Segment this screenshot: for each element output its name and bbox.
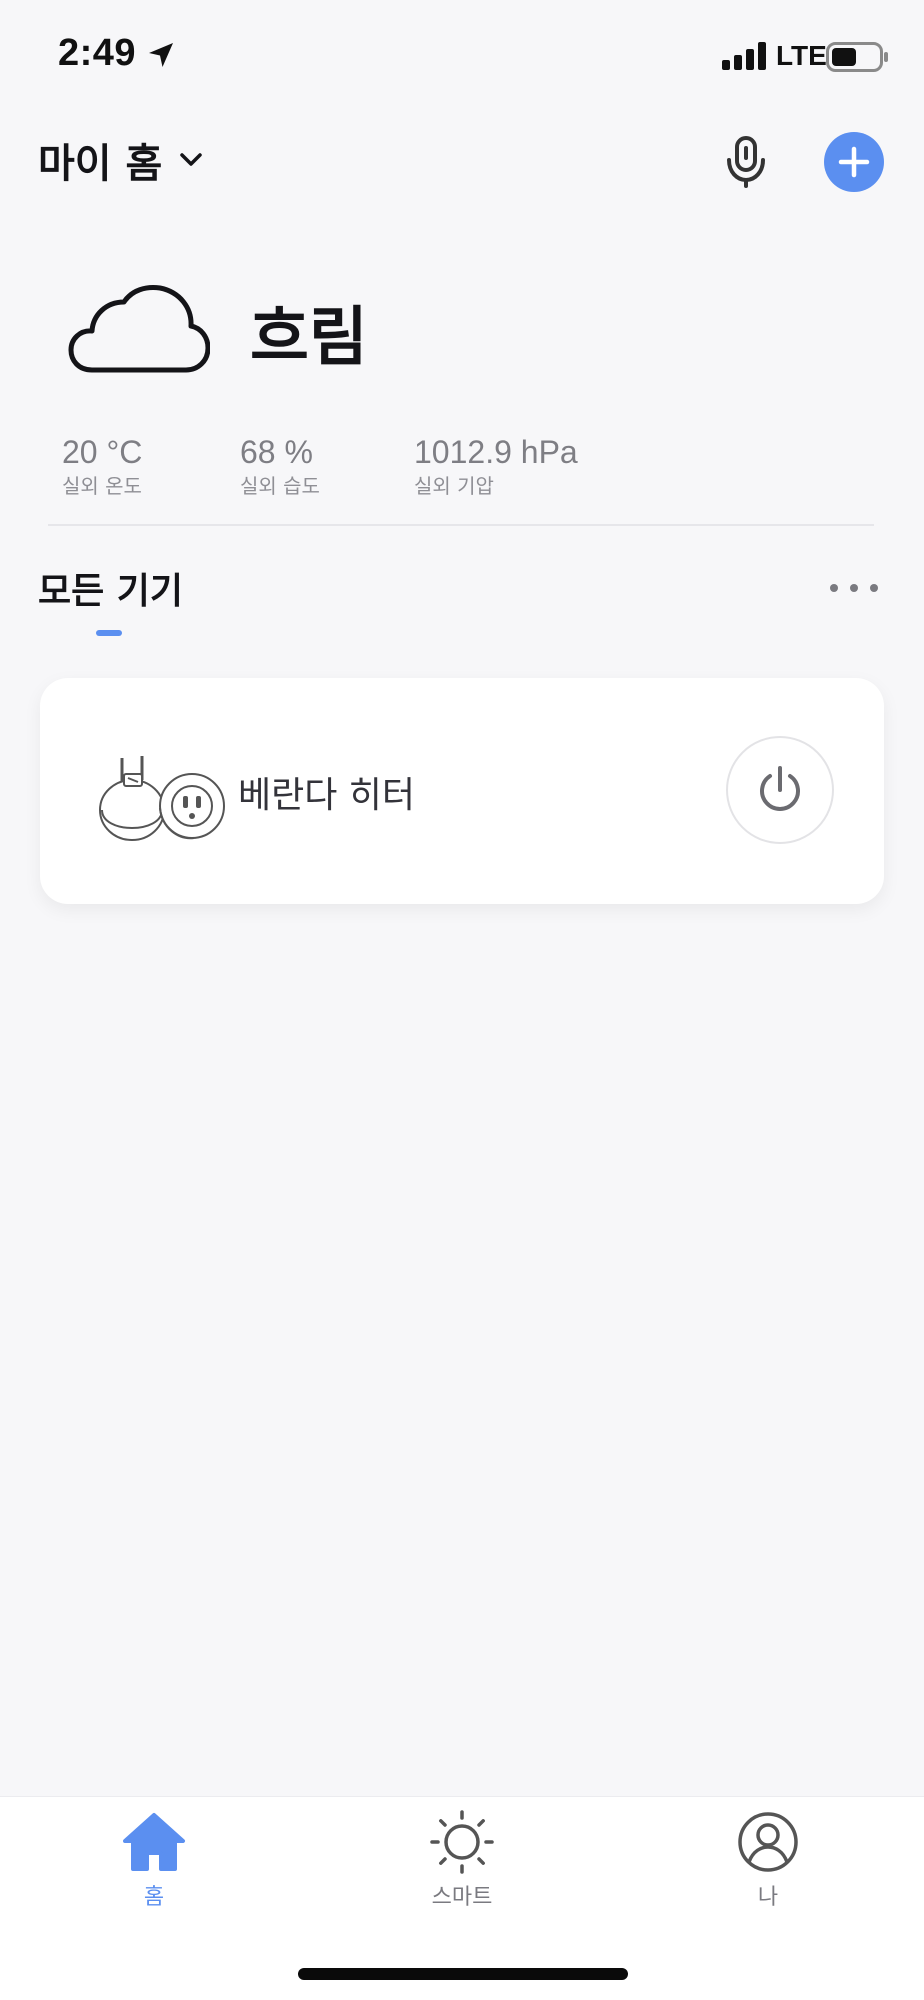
cellular-signal-icon [722,42,766,70]
humidity-label: 실외 습도 [240,474,320,498]
tab-smart-label: 스마트 [431,1885,493,1910]
status-time: 2:49 [58,32,137,74]
microphone-icon [727,136,765,188]
divider [48,524,874,526]
tab-smart[interactable]: 스마트 [382,1809,542,1929]
temperature-label: 실외 온도 [62,474,142,498]
tab-home[interactable]: 홈 [74,1809,234,1929]
smart-plug-image [99,756,225,841]
weather-condition: 흐림 [250,301,368,375]
tab-home-label: 홈 [143,1885,165,1910]
power-icon [760,766,800,811]
home-icon [123,1813,185,1871]
user-profile-icon [738,1812,798,1872]
device-card[interactable]: 베란다 히터 [40,678,884,904]
battery-icon [826,42,888,72]
home-indicator [298,1968,628,1980]
outdoor-pressure: 1012.9 hPa 실외 기압 [414,432,578,500]
pressure-value: 1012.9 hPa [414,434,578,470]
plus-icon [838,146,870,178]
tab-me[interactable]: 나 [688,1809,848,1929]
chevron-down-icon [180,153,203,166]
humidity-value: 68 % [240,434,313,470]
device-name: 베란다 히터 [238,775,416,816]
location-arrow-icon [149,43,173,67]
more-dot [850,584,858,592]
voice-button[interactable] [718,130,774,194]
network-type-label: LTE [776,40,827,71]
outdoor-humidity: 68 % 실외 습도 [240,432,320,500]
tab-me-label: 나 [757,1885,779,1910]
active-tab-indicator [96,630,122,636]
outdoor-temperature: 20 °C 실외 온도 [62,432,142,500]
power-toggle-button[interactable] [726,736,834,844]
sun-icon [430,1810,494,1874]
home-title: 마이 홈 [38,141,163,187]
cloud-icon [68,285,210,373]
more-options-button[interactable] [830,570,878,606]
tab-all-devices[interactable]: 모든 기기 [38,562,183,614]
home-selector[interactable]: 마이 홈 [38,130,206,190]
pressure-label: 실외 기압 [414,474,494,498]
temperature-value: 20 °C [62,434,143,470]
more-dot [870,584,878,592]
status-bar: 2:49 LTE [0,0,924,110]
add-device-button[interactable] [824,132,884,192]
more-horizontal-icon [830,584,838,592]
